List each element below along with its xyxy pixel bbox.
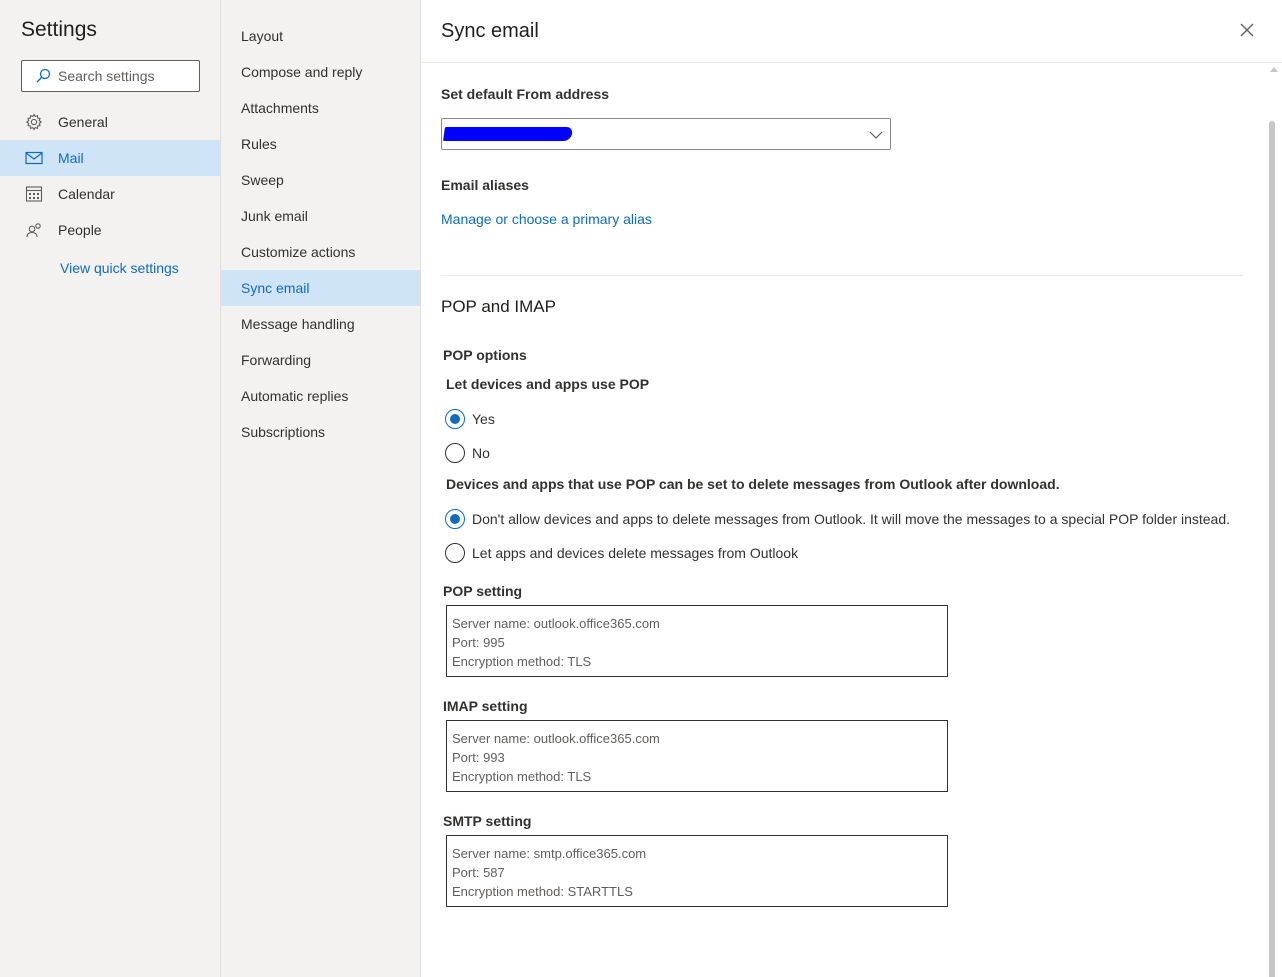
nav-general-label: General [58, 114, 108, 130]
settings-title: Settings [21, 18, 97, 41]
nav-mail-label: Mail [58, 150, 84, 166]
radio-checked[interactable] [445, 509, 465, 529]
redacted-address [443, 127, 573, 141]
scrollbar[interactable] [1266, 63, 1282, 977]
mail-icon [24, 148, 44, 168]
nav-compose-and-reply[interactable]: Compose and reply [221, 54, 420, 90]
pop-setting-box[interactable]: Server name: outlook.office365.com Port:… [446, 605, 948, 677]
nav-message-handling[interactable]: Message handling [221, 306, 420, 342]
nav-junk-email[interactable]: Junk email [221, 198, 420, 234]
from-address-label: Set default From address [441, 86, 610, 102]
nav-customize-actions[interactable]: Customize actions [221, 234, 420, 270]
nav-general[interactable]: General [0, 104, 220, 140]
scroll-thumb[interactable] [1269, 121, 1275, 977]
nav-calendar-label: Calendar [58, 186, 115, 202]
nav-people[interactable]: People [0, 212, 220, 248]
nav-attachments[interactable]: Attachments [221, 90, 420, 126]
radio-unchecked[interactable] [445, 443, 465, 463]
pop-server: Server name: outlook.office365.com [452, 616, 660, 631]
mail-subcategory-list: Layout Compose and reply Attachments Rul… [221, 18, 420, 450]
pop-no-option[interactable]: No [445, 443, 490, 463]
imap-setting-box[interactable]: Server name: outlook.office365.com Port:… [446, 720, 948, 792]
mail-settings-nav: Layout Compose and reply Attachments Rul… [221, 0, 421, 977]
imap-setting-label: IMAP setting [443, 698, 528, 714]
smtp-setting-label: SMTP setting [443, 813, 532, 829]
pop-yes-label: Yes [472, 411, 495, 427]
scroll-up-arrow-icon[interactable] [1270, 67, 1278, 72]
nav-automatic-replies[interactable]: Automatic replies [221, 378, 420, 414]
nav-rules[interactable]: Rules [221, 126, 420, 162]
sync-email-pane: Sync email Set default From address Emai… [421, 0, 1282, 977]
section-divider [441, 275, 1243, 276]
pop-delete-label: Devices and apps that use POP can be set… [446, 476, 1060, 492]
category-list: General Mail Calendar People [0, 104, 220, 248]
search-icon [33, 66, 53, 86]
radio-unchecked[interactable] [445, 543, 465, 563]
radio-checked[interactable] [445, 409, 465, 429]
allow-delete-option[interactable]: Let apps and devices delete messages fro… [445, 543, 798, 563]
view-quick-settings-link[interactable]: View quick settings [60, 260, 179, 276]
smtp-encryption: Encryption method: STARTTLS [452, 884, 633, 899]
pop-port: Port: 995 [452, 635, 505, 650]
imap-encryption: Encryption method: TLS [452, 769, 592, 784]
pop-setting-label: POP setting [443, 583, 523, 599]
nav-sync-email[interactable]: Sync email [221, 270, 420, 306]
nav-people-label: People [58, 222, 102, 238]
pop-allow-label: Let devices and apps use POP [446, 376, 650, 392]
settings-nav: Settings General Mail Calendar [0, 0, 221, 977]
email-aliases-label: Email aliases [441, 177, 529, 193]
imap-server: Server name: outlook.office365.com [452, 731, 660, 746]
pop-yes-option[interactable]: Yes [445, 409, 495, 429]
imap-port: Port: 993 [452, 750, 505, 765]
chevron-down-icon [868, 127, 884, 143]
close-icon [1240, 23, 1254, 42]
smtp-port: Port: 587 [452, 865, 505, 880]
smtp-server: Server name: smtp.office365.com [452, 846, 647, 861]
nav-layout[interactable]: Layout [221, 18, 420, 54]
smtp-setting-box[interactable]: Server name: smtp.office365.com Port: 58… [446, 835, 948, 907]
gear-icon [24, 112, 44, 132]
nav-mail[interactable]: Mail [0, 140, 220, 176]
pop-imap-heading: POP and IMAP [441, 297, 556, 316]
dont-allow-delete-option[interactable]: Don't allow devices and apps to delete m… [445, 509, 1230, 529]
allow-delete-label: Let apps and devices delete messages fro… [472, 545, 799, 561]
dont-allow-delete-label: Don't allow devices and apps to delete m… [472, 511, 1231, 527]
calendar-icon [24, 184, 44, 204]
page-title: Sync email [441, 20, 539, 42]
close-button[interactable] [1237, 22, 1257, 42]
pop-no-label: No [472, 445, 490, 461]
nav-subscriptions[interactable]: Subscriptions [221, 414, 420, 450]
people-icon [24, 220, 44, 240]
pop-encryption: Encryption method: TLS [452, 654, 592, 669]
nav-calendar[interactable]: Calendar [0, 176, 220, 212]
nav-forwarding[interactable]: Forwarding [221, 342, 420, 378]
from-address-dropdown[interactable] [441, 118, 891, 150]
nav-sweep[interactable]: Sweep [221, 162, 420, 198]
search-input[interactable] [58, 68, 188, 84]
manage-alias-link[interactable]: Manage or choose a primary alias [441, 211, 652, 227]
pane-header: Sync email [421, 0, 1282, 63]
pop-options-label: POP options [443, 347, 527, 363]
search-settings-box[interactable] [21, 60, 200, 92]
